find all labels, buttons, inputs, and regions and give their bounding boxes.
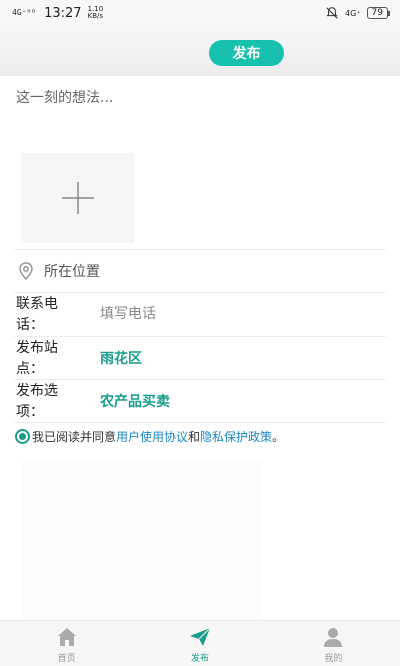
- divider: [14, 292, 386, 293]
- user-agreement-link[interactable]: 用户使用协议: [116, 428, 188, 445]
- status-right: 4G⁺ 79: [325, 6, 391, 20]
- nav-mine-label: 我的: [324, 654, 343, 664]
- agree-and: 和: [188, 430, 201, 444]
- phone-label: 联系电话：: [16, 296, 58, 333]
- nav-home[interactable]: 首页: [0, 621, 133, 666]
- home-icon: [57, 628, 76, 646]
- plus-icon: [61, 182, 94, 214]
- divider: [14, 422, 386, 423]
- agree-suffix: 。: [272, 430, 285, 444]
- battery-indicator: 79: [366, 7, 391, 19]
- agree-radio[interactable]: [15, 429, 30, 444]
- nav-publish[interactable]: 发布: [133, 621, 266, 666]
- agreement-row: 我已阅读并同意 用户使用协议 和 隐私保护政策 。: [15, 428, 284, 445]
- publish-button[interactable]: 发布: [209, 40, 284, 66]
- thought-input[interactable]: [16, 86, 386, 110]
- agree-prefix: 我已阅读并同意: [32, 430, 117, 444]
- network-speed: 1.10 KB/s: [87, 5, 104, 20]
- add-image-button[interactable]: [21, 153, 134, 243]
- location-label: 所在位置: [44, 264, 100, 280]
- location-row[interactable]: 所在位置: [18, 259, 100, 283]
- divider: [14, 249, 386, 250]
- user-icon: [324, 628, 343, 647]
- location-pin-icon: [19, 262, 33, 280]
- paper-plane-icon: [189, 627, 211, 646]
- empty-area: [22, 460, 262, 620]
- status-time: 13:27: [44, 5, 82, 21]
- divider: [14, 379, 386, 380]
- option-select[interactable]: 农产品买卖: [100, 391, 170, 411]
- nav-publish-label: 发布: [190, 654, 209, 664]
- mute-bell-icon: [326, 7, 338, 19]
- network-type: 4G⁺: [345, 8, 361, 18]
- nav-home-label: 首页: [57, 654, 76, 664]
- nav-mine[interactable]: 我的: [267, 621, 400, 666]
- bottom-nav: 首页 发布 我的: [0, 620, 400, 666]
- signal-indicator: 4G⁺ᴴᴰ: [12, 8, 37, 17]
- divider: [14, 336, 386, 337]
- privacy-policy-link[interactable]: 隐私保护政策: [200, 428, 272, 445]
- status-bar: 4G⁺ᴴᴰ 13:27 1.10 KB/s 4G⁺ 79: [0, 0, 400, 26]
- phone-input[interactable]: [100, 303, 380, 325]
- option-label: 发布选项：: [16, 383, 58, 420]
- station-label: 发布站点：: [16, 340, 58, 377]
- station-select[interactable]: 雨花区: [100, 348, 142, 368]
- header-bar: 发布: [0, 26, 400, 76]
